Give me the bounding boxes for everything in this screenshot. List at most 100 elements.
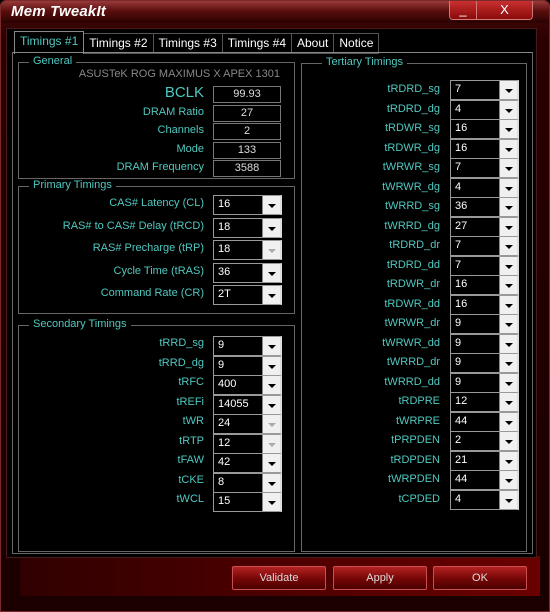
- dropdown-value: 2: [455, 434, 462, 446]
- chevron-down-icon[interactable]: [499, 178, 517, 197]
- apply-button[interactable]: Apply: [333, 566, 427, 590]
- chevron-down-icon[interactable]: [499, 315, 517, 333]
- tertiary-dropdown[interactable]: 9: [450, 333, 519, 354]
- dropdown-value: 16: [455, 141, 468, 154]
- tertiary-dropdown[interactable]: 9: [450, 353, 519, 373]
- chevron-down-icon[interactable]: [499, 295, 517, 314]
- tertiary-dropdown[interactable]: 4: [450, 177, 519, 198]
- chevron-down-icon[interactable]: [499, 276, 517, 294]
- tertiary-dropdown[interactable]: 16: [450, 275, 519, 295]
- tertiary-dropdown[interactable]: 7: [450, 80, 519, 100]
- dropdown-value: 9: [218, 358, 225, 371]
- minimize-button[interactable]: _: [450, 1, 477, 19]
- primary-label: RAS# Precharge (tRP): [92, 242, 204, 254]
- tertiary-dropdown[interactable]: 16: [450, 138, 519, 159]
- chevron-down-icon[interactable]: [499, 139, 517, 158]
- ok-button[interactable]: OK: [433, 566, 527, 590]
- primary-label: Command Rate (CR): [100, 287, 204, 299]
- dropdown-value: 9: [455, 356, 462, 368]
- general-label: DRAM Ratio: [142, 105, 204, 118]
- dropdown-value: 12: [455, 395, 468, 407]
- chevron-down-icon[interactable]: [499, 217, 517, 236]
- dropdown-value: 42: [218, 456, 231, 468]
- validate-button[interactable]: Validate: [232, 566, 326, 590]
- tertiary-dropdown[interactable]: 2: [450, 431, 519, 451]
- dropdown-value: 16: [455, 278, 468, 290]
- tertiary-label: tRDRD_sg: [387, 83, 440, 95]
- chevron-down-icon[interactable]: [499, 100, 517, 119]
- tertiary-label: tWRPRE: [396, 414, 440, 427]
- dropdown-value: 7: [455, 83, 462, 95]
- chevron-down-icon[interactable]: [499, 237, 517, 255]
- title-bar[interactable]: Mem TweakIt _ X: [1, 1, 549, 23]
- secondary-label: tREFi: [176, 395, 205, 408]
- tertiary-label: tPRPDEN: [391, 434, 440, 446]
- tertiary-dropdown[interactable]: 21: [450, 450, 519, 471]
- dropdown-value: 21: [455, 453, 468, 466]
- chevron-down-icon[interactable]: [499, 198, 517, 216]
- dropdown-value: 16: [455, 297, 468, 310]
- dropdown-value: 9: [455, 375, 462, 388]
- tertiary-timings-title: Tertiary Timings: [322, 56, 408, 68]
- chevron-down-icon[interactable]: [499, 432, 517, 450]
- chevron-down-icon[interactable]: [499, 490, 517, 509]
- tertiary-dropdown[interactable]: 4: [450, 489, 519, 510]
- primary-label: CAS# Latency (CL): [109, 197, 204, 209]
- chevron-down-icon[interactable]: [499, 451, 517, 470]
- tertiary-label: tRDRD_dr: [389, 239, 440, 251]
- tab-notice[interactable]: Notice: [334, 33, 380, 54]
- chevron-down-icon[interactable]: [499, 334, 517, 353]
- close-button[interactable]: X: [477, 1, 532, 19]
- chevron-down-icon[interactable]: [499, 373, 517, 392]
- tab-about[interactable]: About: [292, 33, 335, 54]
- general-label: BCLK: [164, 84, 204, 101]
- secondary-label: tCKE: [178, 473, 204, 486]
- tertiary-label: tWRRD_dg: [384, 219, 440, 232]
- dropdown-value: 36: [455, 200, 468, 212]
- primary-label: RAS# to CAS# Delay (tRCD): [62, 219, 204, 232]
- secondary-label: tRTP: [179, 434, 204, 447]
- dropdown-value: 400: [218, 378, 237, 390]
- tertiary-label: tRDPRE: [398, 395, 440, 407]
- secondary-label: tFAW: [177, 454, 204, 466]
- tertiary-dropdown[interactable]: 12: [450, 392, 519, 412]
- tertiary-label: tWRPDEN: [388, 473, 440, 485]
- primary-label: Cycle Time (tRAS): [113, 264, 204, 277]
- tertiary-dropdown[interactable]: 4: [450, 99, 519, 120]
- tertiary-dropdown[interactable]: 44: [450, 411, 519, 432]
- tab-timings-4[interactable]: Timings #4: [222, 33, 292, 54]
- dropdown-value: 16: [455, 122, 468, 134]
- secondary-label: tRRD_sg: [159, 337, 204, 349]
- dropdown-value: 18: [218, 220, 231, 233]
- chevron-down-icon[interactable]: [499, 412, 517, 431]
- general-label: DRAM Frequency: [116, 161, 204, 173]
- chevron-down-icon[interactable]: [499, 81, 517, 99]
- close-icon: X: [500, 2, 509, 17]
- general-label: Channels: [157, 124, 204, 136]
- tab-timings-3[interactable]: Timings #3: [153, 33, 223, 54]
- tertiary-dropdown[interactable]: 9: [450, 372, 519, 393]
- tertiary-dropdown[interactable]: 44: [450, 470, 519, 490]
- secondary-label: tRRD_dg: [158, 356, 204, 369]
- tertiary-dropdown[interactable]: 16: [450, 294, 519, 315]
- tab-bar: Timings #1 Timings #2 Timings #3 Timings…: [14, 31, 380, 54]
- dropdown-value: 9: [455, 336, 462, 349]
- tertiary-dropdown[interactable]: 36: [450, 197, 519, 217]
- dropdown-value: 16: [218, 198, 231, 210]
- chevron-down-icon[interactable]: [499, 120, 517, 138]
- chevron-down-icon[interactable]: [499, 354, 517, 372]
- chevron-down-icon[interactable]: [499, 256, 517, 275]
- tertiary-label: tRDWR_dg: [384, 141, 440, 154]
- tertiary-dropdown[interactable]: 7: [450, 255, 519, 276]
- dropdown-value: 7: [455, 239, 462, 251]
- chevron-down-icon[interactable]: [499, 471, 517, 489]
- tertiary-dropdown[interactable]: 16: [450, 119, 519, 139]
- tab-timings-1[interactable]: Timings #1: [14, 31, 85, 54]
- tertiary-dropdown[interactable]: 7: [450, 236, 519, 256]
- tab-timings-2[interactable]: Timings #2: [84, 33, 154, 54]
- tertiary-dropdown[interactable]: 27: [450, 216, 519, 237]
- tertiary-dropdown[interactable]: 9: [450, 314, 519, 334]
- chevron-down-icon[interactable]: [499, 393, 517, 411]
- tertiary-dropdown[interactable]: 7: [450, 158, 519, 178]
- chevron-down-icon[interactable]: [499, 159, 517, 177]
